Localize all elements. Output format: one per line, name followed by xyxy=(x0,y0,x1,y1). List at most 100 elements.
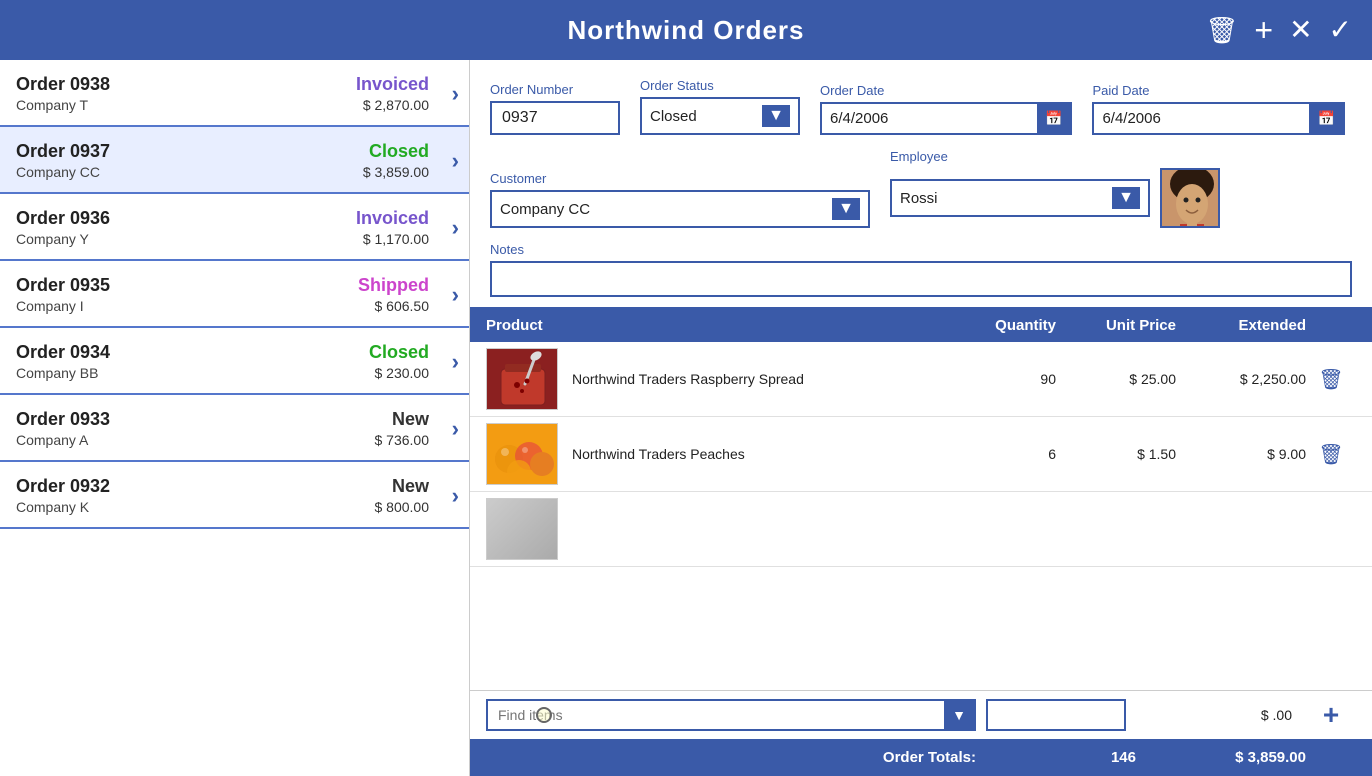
add-product-button[interactable]: + xyxy=(1306,699,1356,731)
cancel-button[interactable]: ✕ xyxy=(1289,16,1312,44)
notes-group: Notes xyxy=(490,242,1352,297)
find-items-input[interactable] xyxy=(488,701,944,729)
col-del-header xyxy=(1306,317,1356,334)
form-row-2: Customer Company CC ▼ Employee Rossi ▼ xyxy=(490,149,1352,228)
order-date-wrap: 📅 xyxy=(820,102,1072,135)
order-company: Company I xyxy=(16,298,358,314)
col-ext-header: Extended xyxy=(1176,317,1306,334)
order-item-0933[interactable]: Order 0933 Company A New $ 736.00 › xyxy=(0,395,469,462)
customer-dropdown-arrow[interactable]: ▼ xyxy=(832,198,860,220)
order-company: Company A xyxy=(16,432,375,448)
order-amount: $ 230.00 xyxy=(369,365,429,381)
order-number-input[interactable] xyxy=(490,101,620,135)
paid-date-label: Paid Date xyxy=(1092,83,1344,98)
order-right: New $ 800.00 xyxy=(375,476,430,515)
add-ext-display: $ .00 xyxy=(1136,707,1296,723)
order-name: Order 0936 xyxy=(16,208,356,229)
col-price-header: Unit Price xyxy=(1056,317,1176,334)
main-layout: Order 0938 Company T Invoiced $ 2,870.00… xyxy=(0,60,1372,776)
product-unit-price: $ 25.00 xyxy=(1056,371,1176,387)
order-amount: $ 800.00 xyxy=(375,499,430,515)
order-date-group: Order Date 📅 xyxy=(820,83,1072,135)
add-item-row: ▼ $ .00 + xyxy=(470,690,1372,739)
order-status: New xyxy=(375,476,430,497)
find-items-dropdown-button[interactable]: ▼ xyxy=(944,701,974,729)
delete-product-button[interactable]: 🗑 xyxy=(1314,363,1347,396)
order-amount: $ 3,859.00 xyxy=(363,164,429,180)
product-name: Northwind Traders Peaches xyxy=(572,446,745,462)
products-table-header: Product Quantity Unit Price Extended xyxy=(470,309,1372,342)
order-company: Company T xyxy=(16,97,356,113)
paid-date-calendar-button[interactable]: 📅 xyxy=(1309,104,1342,133)
products-section: Product Quantity Unit Price Extended xyxy=(470,309,1372,776)
order-totals-label: Order Totals: xyxy=(486,749,976,766)
form-row-3: Notes xyxy=(490,242,1352,297)
order-name: Order 0933 xyxy=(16,409,375,430)
order-name: Order 0937 xyxy=(16,141,363,162)
order-item-0936[interactable]: Order 0936 Company Y Invoiced $ 1,170.00… xyxy=(0,194,469,261)
col-qty-header: Quantity xyxy=(936,317,1056,334)
customer-group: Customer Company CC ▼ xyxy=(490,171,870,228)
order-amount: $ 1,170.00 xyxy=(356,231,429,247)
notes-input[interactable] xyxy=(490,261,1352,297)
order-name: Order 0932 xyxy=(16,476,375,497)
order-date-input[interactable] xyxy=(822,104,1037,133)
order-list: Order 0938 Company T Invoiced $ 2,870.00… xyxy=(0,60,470,776)
paid-date-wrap: 📅 xyxy=(1092,102,1344,135)
product-unit-price: $ 1.50 xyxy=(1056,446,1176,462)
order-info: Order 0937 Company CC xyxy=(16,141,363,180)
notes-label: Notes xyxy=(490,242,1352,257)
customer-select[interactable]: Company CC ▼ xyxy=(490,190,870,228)
order-status: New xyxy=(375,409,430,430)
order-totals-amount: $ 3,859.00 xyxy=(1156,749,1306,766)
header-actions: 🗑 + ✕ ✓ xyxy=(1205,14,1352,46)
order-status-dropdown-arrow[interactable]: ▼ xyxy=(762,105,790,127)
order-name: Order 0935 xyxy=(16,275,358,296)
employee-label: Employee xyxy=(890,149,1220,164)
paid-date-input[interactable] xyxy=(1094,104,1309,133)
order-status-group: Order Status Closed ▼ xyxy=(640,78,800,135)
order-date-label: Order Date xyxy=(820,83,1072,98)
delete-button[interactable]: 🗑 xyxy=(1205,17,1238,43)
order-item-0935[interactable]: Order 0935 Company I Shipped $ 606.50 › xyxy=(0,261,469,328)
order-status-label: Order Status xyxy=(640,78,800,93)
order-item-0934[interactable]: Order 0934 Company BB Closed $ 230.00 › xyxy=(0,328,469,395)
order-status: Shipped xyxy=(358,275,429,296)
order-status: Closed xyxy=(369,342,429,363)
table-row: Northwind Traders Raspberry Spread 90 $ … xyxy=(470,342,1372,417)
product-cell: Northwind Traders Peaches xyxy=(486,423,936,485)
order-info: Order 0934 Company BB xyxy=(16,342,369,381)
order-item-0937[interactable]: Order 0937 Company CC Closed $ 3,859.00 … xyxy=(0,127,469,194)
order-status: Closed xyxy=(363,141,429,162)
product-extended: $ 2,250.00 xyxy=(1176,371,1306,387)
employee-select[interactable]: Rossi ▼ xyxy=(890,179,1150,217)
chevron-right-icon: › xyxy=(452,483,459,509)
product-qty: 6 xyxy=(936,446,1056,462)
table-row xyxy=(470,492,1372,567)
order-item-0938[interactable]: Order 0938 Company T Invoiced $ 2,870.00… xyxy=(0,60,469,127)
add-button[interactable]: + xyxy=(1254,14,1273,46)
employee-value: Rossi xyxy=(900,190,1106,207)
app-title: Northwind Orders xyxy=(567,15,804,46)
product-qty: 90 xyxy=(936,371,1056,387)
order-amount: $ 606.50 xyxy=(358,298,429,314)
order-right: Closed $ 3,859.00 xyxy=(363,141,429,180)
product-name: Northwind Traders Raspberry Spread xyxy=(572,371,804,387)
save-button[interactable]: ✓ xyxy=(1329,16,1352,44)
table-row: Northwind Traders Peaches 6 $ 1.50 $ 9.0… xyxy=(470,417,1372,492)
order-status-value: Closed xyxy=(650,108,756,125)
add-qty-input[interactable] xyxy=(986,699,1126,731)
order-status-select[interactable]: Closed ▼ xyxy=(640,97,800,135)
delete-product-button[interactable]: 🗑 xyxy=(1314,438,1347,471)
order-info: Order 0933 Company A xyxy=(16,409,375,448)
order-number-group: Order Number xyxy=(490,82,620,135)
order-name: Order 0938 xyxy=(16,74,356,95)
order-item-0932[interactable]: Order 0932 Company K New $ 800.00 › xyxy=(0,462,469,529)
order-info: Order 0932 Company K xyxy=(16,476,375,515)
chevron-right-icon: › xyxy=(452,282,459,308)
product-thumbnail xyxy=(486,423,558,485)
employee-dropdown-arrow[interactable]: ▼ xyxy=(1112,187,1140,209)
order-date-calendar-button[interactable]: 📅 xyxy=(1037,104,1070,133)
order-status: Invoiced xyxy=(356,208,429,229)
chevron-right-icon: › xyxy=(452,416,459,442)
